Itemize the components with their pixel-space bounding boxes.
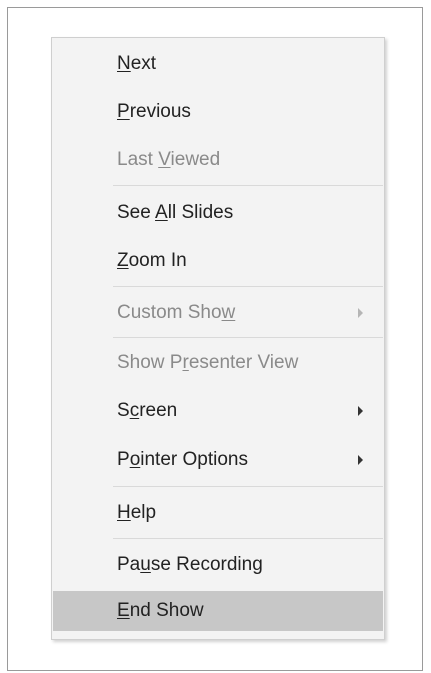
menu-item-label: Screen	[117, 400, 178, 421]
menu-item-label: Pointer Options	[117, 449, 248, 470]
menu-item-next[interactable]: Next	[53, 44, 383, 84]
menu-separator	[113, 185, 383, 186]
menu-separator	[113, 538, 383, 539]
menu-item-label: Show Presenter View	[117, 352, 299, 373]
menu-item-end-show[interactable]: End Show	[53, 591, 383, 631]
menu-item-screen[interactable]: Screen	[53, 391, 383, 431]
menu-item-custom-show[interactable]: Custom Show	[53, 293, 383, 333]
context-menu: Next Previous Last Viewed See All Slides…	[51, 37, 385, 640]
menu-item-label: See All Slides	[117, 202, 234, 223]
submenu-arrow-icon	[358, 455, 363, 465]
menu-item-see-all-slides[interactable]: See All Slides	[53, 193, 383, 233]
menu-separator	[113, 286, 383, 287]
menu-separator	[113, 337, 383, 338]
menu-item-help[interactable]: Help	[53, 493, 383, 533]
menu-item-show-presenter-view[interactable]: Show Presenter View	[53, 343, 383, 383]
menu-separator	[113, 486, 383, 487]
menu-item-previous[interactable]: Previous	[53, 92, 383, 132]
menu-item-label: Pause Recording	[117, 554, 263, 575]
menu-item-pause-recording[interactable]: Pause Recording	[53, 545, 383, 585]
menu-item-label: Last Viewed	[117, 149, 221, 170]
menu-item-label: Zoom In	[117, 250, 187, 271]
submenu-arrow-icon	[358, 308, 363, 318]
menu-item-label: Previous	[117, 101, 191, 122]
menu-item-label: End Show	[117, 600, 204, 621]
menu-item-pointer-options[interactable]: Pointer Options	[53, 440, 383, 480]
menu-item-label: Custom Show	[117, 302, 236, 323]
submenu-arrow-icon	[358, 406, 363, 416]
menu-item-zoom-in[interactable]: Zoom In	[53, 241, 383, 281]
menu-item-last-viewed[interactable]: Last Viewed	[53, 140, 383, 180]
menu-item-label: Next	[117, 53, 157, 74]
menu-item-label: Help	[117, 502, 157, 523]
